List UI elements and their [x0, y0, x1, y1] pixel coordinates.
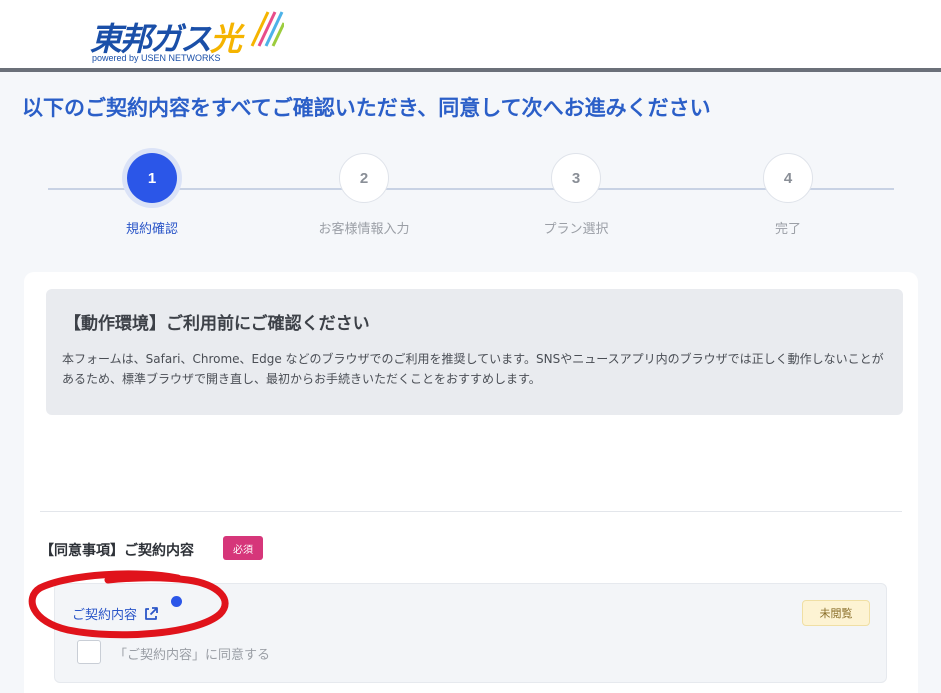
notice-body: 本フォームは、Safari、Chrome、Edge などのブラウザでのご利用を推…: [62, 352, 884, 386]
step-4-circle: 4: [763, 153, 813, 203]
agree-checkbox-label[interactable]: 「ご契約内容」に同意する: [114, 644, 270, 663]
step-1-circle: 1: [127, 153, 177, 203]
progress-stepper: 1 規約確認 2 お客様情報入力 3 プラン選択 4 完了: [0, 150, 941, 250]
logo-tagline: powered by USEN NETWORKS: [92, 53, 221, 63]
step-2-circle: 2: [339, 153, 389, 203]
step-2-label: お客様情報入力: [318, 222, 410, 237]
agreement-card: 【動作環境】ご利用前にご確認ください 本フォームは、Safari、Chrome、…: [24, 272, 918, 693]
section-divider: [40, 511, 902, 512]
toho-gas-hikari-logo[interactable]: 東邦ガス光 powered by USEN NETWORKS: [90, 2, 290, 64]
contract-link-label: ご契約内容: [72, 608, 138, 623]
step-1: 1 規約確認: [82, 150, 222, 250]
step-3-label: プラン選択: [543, 222, 609, 237]
step-2: 2 お客様情報入力: [294, 150, 434, 250]
unread-status-badge: 未閲覧: [802, 600, 870, 626]
logo-stripes-icon: [250, 11, 284, 47]
notice-title: 【動作環境】ご利用前にご確認ください: [64, 314, 370, 334]
step-4: 4 完了: [718, 150, 858, 250]
step-3: 3 プラン選択: [506, 150, 646, 250]
external-link-icon: [145, 606, 158, 620]
environment-notice: 【動作環境】ご利用前にご確認ください 本フォームは、Safari、Chrome、…: [46, 289, 903, 415]
contract-details-link[interactable]: ご契約内容: [72, 604, 159, 623]
step-1-label: 規約確認: [125, 222, 178, 237]
step-3-circle: 3: [551, 153, 601, 203]
step-4-label: 完了: [774, 222, 801, 237]
site-header: 東邦ガス光 powered by USEN NETWORKS: [0, 0, 941, 72]
agree-checkbox[interactable]: [77, 640, 101, 664]
required-badge: 必須: [223, 536, 263, 560]
page-title: 以下のご契約内容をすべてご確認いただき、同意して次へお進みください: [22, 96, 711, 120]
agreement-heading: 【同意事項】ご契約内容: [40, 543, 194, 559]
contract-agreement-box: ご契約内容 未閲覧 「ご契約内容」に同意する: [54, 583, 887, 683]
unread-indicator-dot: [171, 596, 182, 607]
